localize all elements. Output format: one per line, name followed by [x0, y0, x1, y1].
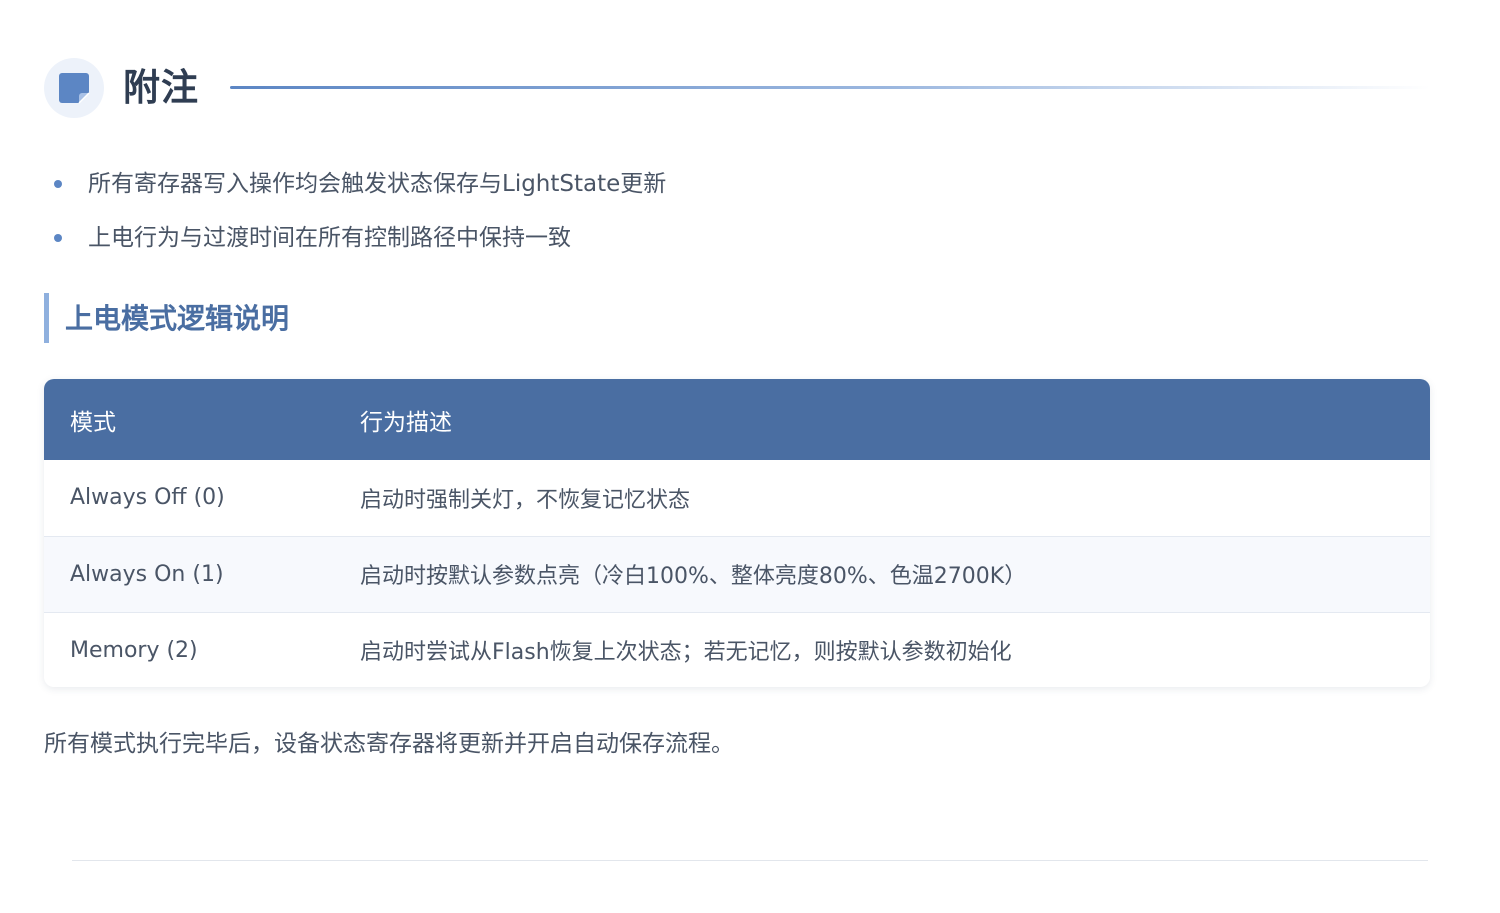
cell-description: 启动时按默认参数点亮（冷白100%、整体亮度80%、色温2700K） — [360, 564, 1027, 589]
note-list: 所有寄存器写入操作均会触发状态保存与LightState更新 上电行为与过渡时间… — [52, 162, 666, 270]
bullet-dot — [54, 234, 62, 242]
cell-mode: Always Off (0) — [70, 485, 225, 511]
list-item: 所有寄存器写入操作均会触发状态保存与LightState更新 — [52, 162, 666, 216]
table-row: Memory (2) 启动时尝试从Flash恢复上次状态；若无记忆，则按默认参数… — [44, 612, 1430, 687]
table-header-row: 模式 行为描述 — [44, 379, 1430, 460]
cell-description: 启动时强制关灯，不恢复记忆状态 — [360, 487, 691, 513]
table-row: Always On (1) 启动时按默认参数点亮（冷白100%、整体亮度80%、… — [44, 536, 1430, 612]
list-item-text: 上电行为与过渡时间在所有控制路径中保持一致 — [88, 225, 571, 251]
table-row: Always Off (0) 启动时强制关灯，不恢复记忆状态 — [44, 460, 1430, 536]
list-item-text: 所有寄存器写入操作均会触发状态保存与LightState更新 — [88, 171, 667, 197]
list-item: 上电行为与过渡时间在所有控制路径中保持一致 — [52, 216, 666, 270]
footer-note: 所有模式执行完毕后，设备状态寄存器将更新并开启自动保存流程。 — [44, 731, 734, 757]
section-divider — [230, 86, 1430, 89]
cell-mode: Memory (2) — [70, 637, 198, 663]
cell-mode: Always On (1) — [70, 561, 224, 587]
bullet-dot — [54, 180, 62, 188]
column-header-description: 行为描述 — [360, 409, 452, 436]
cell-description: 启动时尝试从Flash恢复上次状态；若无记忆，则按默认参数初始化 — [360, 640, 1012, 666]
table: 模式 行为描述 Always Off (0) 启动时强制关灯，不恢复记忆状态 A… — [44, 379, 1430, 687]
column-header-mode: 模式 — [70, 409, 116, 436]
power-on-mode-table: 模式 行为描述 Always Off (0) 启动时强制关灯，不恢复记忆状态 A… — [44, 379, 1430, 687]
section-title: 附注 — [123, 66, 199, 109]
bottom-divider — [72, 860, 1428, 861]
subsection-title: 上电模式逻辑说明 — [44, 293, 289, 343]
sticky-note-icon — [44, 58, 104, 118]
section-header: 附注 — [44, 56, 1430, 120]
